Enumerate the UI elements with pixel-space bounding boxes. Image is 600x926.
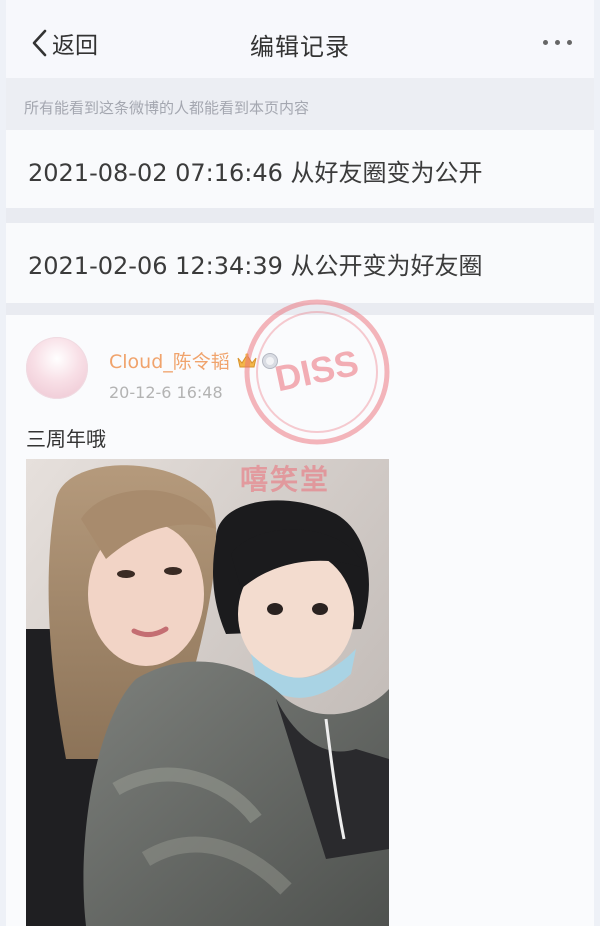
divider <box>6 303 594 315</box>
page-title: 编辑记录 <box>250 33 350 61</box>
app-frame: 返回 编辑记录 所有能看到这条微博的人都能看到本页内容 2021-08-02 0… <box>6 0 594 926</box>
divider <box>6 208 594 223</box>
level-badge-icon <box>261 352 278 369</box>
post-time: 20-12-6 16:48 <box>109 383 223 402</box>
edit-record-item: 2021-02-06 12:34:39 从公开变为好友圈 <box>6 223 594 303</box>
photo-illustration <box>26 459 389 926</box>
nav-bar: 返回 编辑记录 <box>6 0 594 78</box>
notice-text: 所有能看到这条微博的人都能看到本页内容 <box>24 99 310 117</box>
crown-icon <box>237 352 257 367</box>
edit-record-text: 2021-08-02 07:16:46 从好友圈变为公开 <box>28 159 483 187</box>
post-card: Cloud_陈令韬 20-12-6 16:48 三周年哦 <box>6 315 594 926</box>
author-link[interactable]: Cloud_陈令韬 <box>109 347 279 374</box>
edit-record-text: 2021-02-06 12:34:39 从公开变为好友圈 <box>28 252 483 280</box>
post-photo[interactable] <box>26 459 389 926</box>
more-dots-icon[interactable] <box>543 40 572 45</box>
author-name: Cloud_陈令韬 <box>109 351 230 373</box>
visibility-notice: 所有能看到这条微博的人都能看到本页内容 <box>6 78 594 130</box>
post-text: 三周年哦 <box>26 427 106 451</box>
edit-record-item: 2021-08-02 07:16:46 从好友圈变为公开 <box>6 130 594 208</box>
avatar[interactable] <box>26 337 88 399</box>
